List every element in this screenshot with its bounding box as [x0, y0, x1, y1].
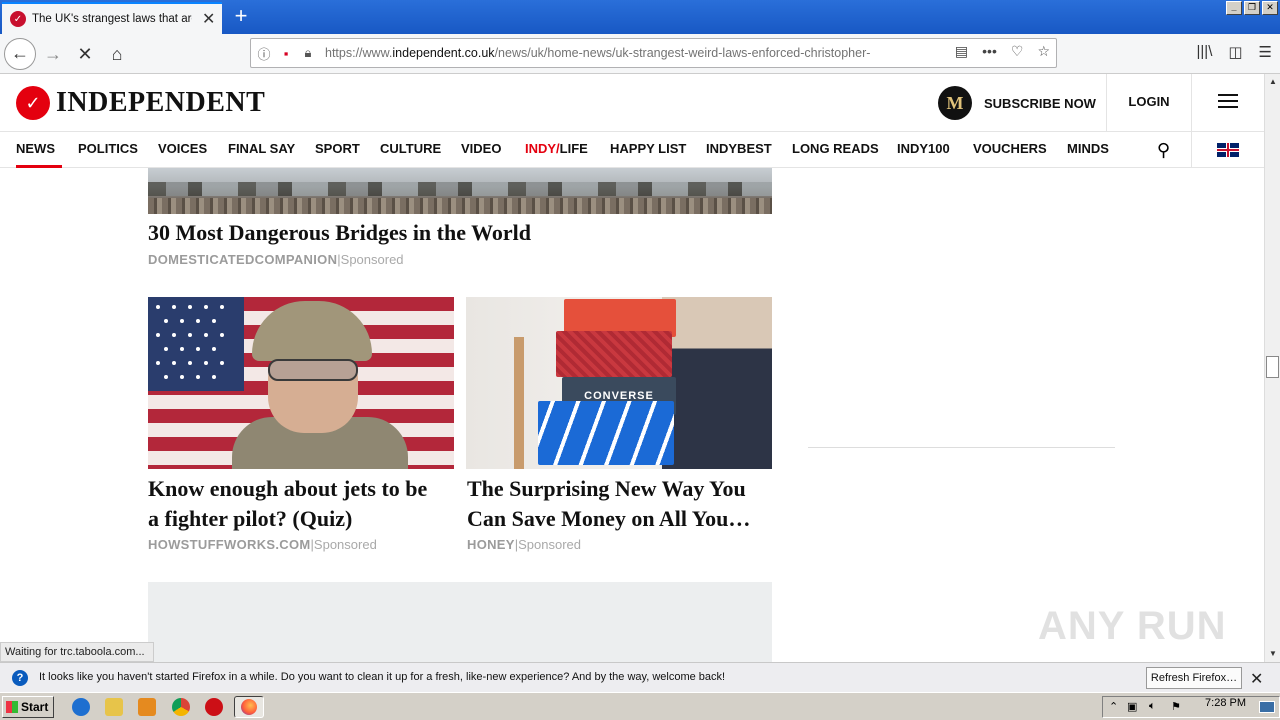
menu-icon[interactable]: ☰ [1259, 43, 1272, 61]
library-icon[interactable]: |||\ [1197, 43, 1213, 61]
minimize-button[interactable]: _ [1226, 1, 1242, 15]
network-icon[interactable]: ▣ [1127, 700, 1137, 713]
subscribe-label: SUBSCRIBE NOW [984, 95, 1096, 111]
stop-loading-button[interactable]: ✕ [70, 39, 100, 69]
nav-voices[interactable]: VOICES [158, 132, 207, 168]
media-player-icon[interactable] [138, 698, 156, 716]
home-button[interactable]: ⌂ [102, 39, 132, 69]
page-actions-icon[interactable]: ••• [982, 43, 997, 60]
nav-vouchers[interactable]: VOUCHERS [973, 132, 1047, 168]
ad-placeholder [148, 582, 772, 662]
independent-favicon-icon: ✓ [10, 11, 26, 27]
honey-article-headline[interactable]: The Surprising New Way You Can Save Mone… [467, 474, 750, 534]
tab-title: The UK's strangest laws that are s [32, 13, 192, 25]
reader-view-icon[interactable]: ▤ [955, 43, 968, 60]
tab-bar: ✓ The UK's strangest laws that are s ✕ +… [0, 0, 1280, 34]
opera-icon[interactable] [205, 698, 223, 716]
forward-button[interactable]: → [38, 39, 68, 69]
membership-badge-icon: M [938, 86, 972, 120]
vertical-scrollbar[interactable]: ▲ ▼ [1264, 74, 1280, 662]
nav-happy-list[interactable]: HAPPY LIST [610, 132, 686, 168]
url-bar[interactable]: ⓘ ▪ 🔒︎ https://www.independent.co.uk/new… [250, 38, 1057, 68]
tray-expand-icon[interactable]: ⌃ [1109, 700, 1118, 713]
nav-video[interactable]: VIDEO [461, 132, 501, 168]
bridge-article-headline[interactable]: 30 Most Dangerous Bridges in the World [148, 218, 531, 248]
scroll-down-icon[interactable]: ▼ [1266, 647, 1280, 661]
close-notification-icon[interactable]: ✕ [1250, 669, 1263, 689]
logo-text: INDEPENDENT [56, 87, 266, 118]
sidebar-icon[interactable]: ◫ [1228, 43, 1242, 61]
refresh-firefox-button[interactable]: Refresh Firefox… [1146, 667, 1242, 689]
chrome-icon[interactable] [172, 698, 190, 716]
nav-minds[interactable]: MINDS [1067, 132, 1109, 168]
anyrun-watermark: ANY RUN [1038, 604, 1227, 648]
eagle-logo-icon: ✓ [16, 86, 50, 120]
pilot-article-headline[interactable]: Know enough about jets to be a fighter p… [148, 474, 427, 534]
nav-politics[interactable]: POLITICS [78, 132, 138, 168]
refresh-firefox-notification: ? It looks like you haven't started Fire… [0, 662, 1280, 692]
uk-flag-icon[interactable] [1217, 143, 1239, 157]
site-header: ✓ INDEPENDENT M SUBSCRIBE NOW LOGIN [0, 74, 1264, 132]
volume-icon[interactable]: 🔈︎ [1149, 700, 1156, 713]
tracking-protection-icon[interactable]: ▪ [277, 46, 295, 61]
back-button[interactable]: ← [4, 38, 36, 70]
nav-culture[interactable]: CULTURE [380, 132, 441, 168]
site-info-icon[interactable]: ⓘ [255, 44, 273, 63]
bridge-article-source[interactable]: DOMESTICATEDCOMPANION|Sponsored [148, 252, 404, 267]
notification-message: It looks like you haven't started Firefo… [39, 671, 726, 683]
clock: 7:28 PM [1205, 697, 1246, 709]
pocket-icon[interactable]: ♡ [1011, 43, 1024, 60]
nav-long-reads[interactable]: LONG READS [792, 132, 879, 168]
firefox-icon [241, 699, 257, 715]
show-desktop-icon[interactable] [1259, 701, 1275, 713]
new-tab-button[interactable]: + [228, 4, 254, 30]
system-tray: ⌃ ▣ 🔈︎ ⚑ [1102, 696, 1280, 718]
nav-news[interactable]: NEWS [16, 132, 62, 168]
ie-icon[interactable] [72, 698, 90, 716]
sidebar-divider [808, 447, 1115, 448]
nav-indy100[interactable]: INDY100 [897, 132, 950, 168]
pilot-article-image[interactable] [148, 297, 454, 469]
hamburger-menu-icon[interactable] [1218, 94, 1238, 110]
browser-tab[interactable]: ✓ The UK's strangest laws that are s ✕ [2, 2, 222, 34]
explorer-icon[interactable] [105, 698, 123, 716]
lock-icon[interactable]: 🔒︎ [299, 45, 317, 61]
bridge-article-image[interactable] [148, 168, 772, 214]
scroll-thumb[interactable] [1266, 356, 1279, 378]
close-tab-icon[interactable]: ✕ [202, 9, 215, 29]
shoebox-article-image[interactable]: CONVERSE [466, 297, 772, 469]
start-button[interactable]: Start [2, 696, 54, 718]
action-center-flag-icon[interactable]: ⚑ [1171, 700, 1181, 713]
pilot-article-source[interactable]: HOWSTUFFWORKS.COM|Sponsored [148, 537, 377, 552]
firefox-taskbar-button[interactable] [234, 696, 264, 718]
section-nav: NEWS POLITICS VOICES FINAL SAY SPORT CUL… [0, 132, 1264, 168]
bookmark-star-icon[interactable]: ☆ [1037, 43, 1050, 60]
search-icon[interactable]: ⚲ [1136, 132, 1192, 168]
web-page: ✓ INDEPENDENT M SUBSCRIBE NOW LOGIN NEWS… [0, 74, 1264, 662]
url-text[interactable]: https://www.independent.co.uk/news/uk/ho… [325, 46, 915, 60]
maximize-button[interactable]: ❐ [1244, 1, 1260, 15]
independent-logo[interactable]: ✓ INDEPENDENT [16, 86, 265, 120]
window-controls: _ ❐ ✕ [1226, 1, 1278, 15]
nav-sport[interactable]: SPORT [315, 132, 360, 168]
nav-final-say[interactable]: FINAL SAY [228, 132, 295, 168]
honey-article-source[interactable]: HONEY|Sponsored [467, 537, 581, 552]
nav-indy-life[interactable]: INDY/LIFE [525, 132, 588, 168]
scroll-up-icon[interactable]: ▲ [1266, 75, 1280, 89]
taskbar: Start ⌃ ▣ 🔈︎ ⚑ 7:28 PM [0, 692, 1280, 720]
status-message: Waiting for trc.taboola.com... [0, 642, 154, 662]
nav-indybest[interactable]: INDYBEST [706, 132, 772, 168]
close-window-button[interactable]: ✕ [1262, 1, 1278, 15]
subscribe-button[interactable]: M SUBSCRIBE NOW [938, 86, 1096, 120]
login-button[interactable]: LOGIN [1106, 74, 1192, 132]
info-icon: ? [12, 670, 28, 686]
navigation-toolbar: ← → ✕ ⌂ ⓘ ▪ 🔒︎ https://www.independent.c… [0, 34, 1280, 74]
